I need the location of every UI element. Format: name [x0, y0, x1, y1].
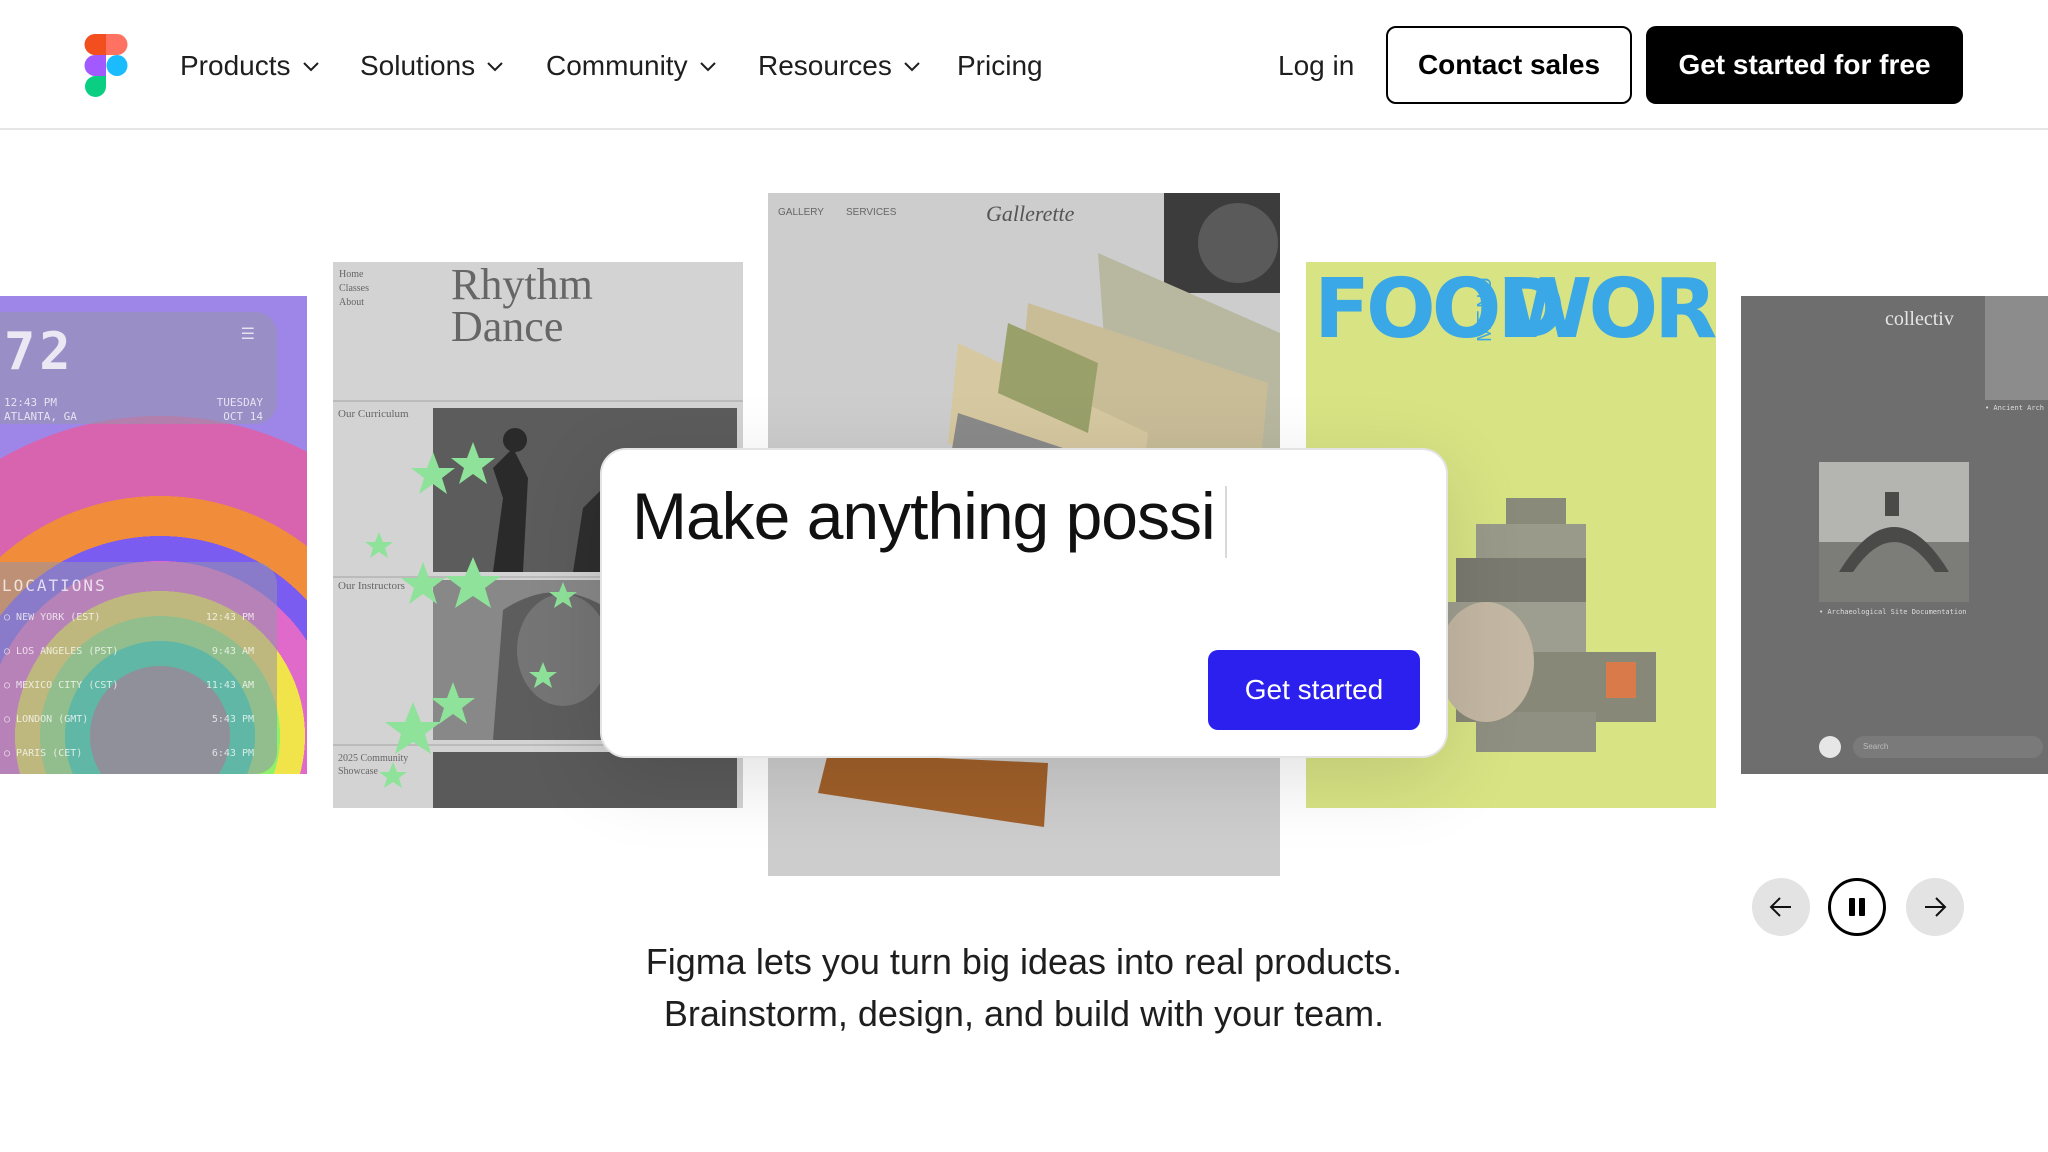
clock-day: TUESDAY — [216, 396, 263, 409]
text-caret — [1224, 485, 1227, 558]
location-row: ○ NEW YORK (EST) 12:43 PM — [4, 612, 254, 623]
prompt-input[interactable]: Make anything possi — [632, 476, 1227, 558]
location-time: 12:43 PM — [205, 612, 254, 623]
nav-community[interactable]: Community — [546, 46, 718, 86]
tagline-line: Figma lets you turn big ideas into real … — [645, 941, 1403, 982]
location-time: 11:43 AM — [205, 680, 254, 691]
nav-products-label: Products — [180, 50, 291, 81]
carousel-prev-button[interactable] — [1752, 878, 1810, 936]
location-time: 9:43 AM — [211, 646, 254, 657]
top-photo — [1985, 296, 2048, 400]
photo-caption: • Ancient Arch — [1985, 404, 2045, 412]
location-tz: (PST) — [88, 646, 119, 657]
chevron-down-icon — [904, 62, 920, 72]
nav-solutions[interactable]: Solutions — [360, 46, 505, 86]
menu-icon: ☰ — [240, 324, 255, 343]
carousel-card-clock-app: 72 12:43 PM ATLANTA, GA TUESDAY OCT 14 ☰… — [0, 296, 307, 774]
arch-photo — [1819, 462, 1969, 602]
nav-pricing[interactable]: Pricing — [957, 46, 1043, 86]
get-started-free-button[interactable]: Get started for free — [1646, 26, 1963, 104]
clock-time: 12:43 PM — [4, 396, 57, 409]
chevron-down-icon — [487, 62, 503, 72]
location-time: 6:43 PM — [211, 748, 254, 759]
search-field[interactable]: Search — [1853, 736, 2043, 758]
location-name: MEXICO CITY — [16, 680, 83, 691]
locations-title: LOCATIONS — [2, 576, 107, 595]
location-tz: (CST) — [88, 680, 119, 691]
arrow-right-icon — [1925, 897, 1947, 917]
clock-digits: 72 — [4, 322, 75, 382]
prompt-typed-text: Make anything possi — [632, 479, 1216, 553]
clock-date: OCT 14 — [223, 410, 263, 423]
location-tz: (CET) — [52, 748, 83, 759]
carousel-card-collectiv: collectiv • Ancient Arch • Archaeologica… — [1741, 296, 2048, 774]
get-started-button[interactable]: Get started — [1208, 650, 1420, 730]
location-name: LOS ANGELES — [16, 646, 83, 657]
location-tz: (GMT) — [58, 714, 89, 725]
location-name: LONDON — [16, 714, 53, 725]
carousel-next-button[interactable] — [1906, 878, 1964, 936]
location-row: ○ LONDON (GMT) 5:43 PM — [4, 714, 254, 725]
hero-tagline: Figma lets you turn big ideas into real … — [0, 936, 2048, 1040]
nav-solutions-label: Solutions — [360, 50, 476, 81]
site-brand: collectiv — [1885, 308, 1954, 330]
figma-logo-icon[interactable] — [84, 34, 128, 98]
locations-panel: LOCATIONS ○ NEW YORK (EST) 12:43 PM ○ LOS… — [0, 562, 277, 774]
chevron-down-icon — [302, 62, 319, 72]
nav-pricing-label: Pricing — [957, 50, 1043, 81]
prompt-input-box[interactable]: Make anything possi Get started — [600, 448, 1448, 758]
photo-caption: • Archaeological Site Documentation — [1819, 608, 1967, 616]
chevron-down-icon — [699, 62, 716, 72]
location-time: 5:43 PM — [211, 714, 254, 725]
nav-resources-label: Resources — [758, 50, 892, 81]
contact-sales-button[interactable]: Contact sales — [1386, 26, 1632, 104]
location-row: ○ LOS ANGELES (PST) 9:43 AM — [4, 646, 254, 657]
location-name: PARIS — [16, 748, 47, 759]
carousel-pause-button[interactable] — [1828, 878, 1886, 936]
location-tz: (EST) — [70, 612, 101, 623]
avatar[interactable] — [1819, 736, 1841, 758]
arrow-left-icon — [1769, 897, 1791, 917]
login-link[interactable]: Log in — [1278, 46, 1354, 86]
tagline-line: Brainstorm, design, and build with your … — [663, 993, 1385, 1034]
location-row: ○ PARIS (CET) 6:43 PM — [4, 748, 254, 759]
clock-city: ATLANTA, GA — [4, 410, 77, 423]
nav-community-label: Community — [546, 50, 688, 81]
pause-icon — [1849, 898, 1865, 916]
nav-products[interactable]: Products — [180, 46, 321, 86]
top-nav: Products Solutions Community Resources P… — [0, 0, 2048, 130]
nav-resources[interactable]: Resources — [758, 46, 922, 86]
location-name: NEW YORK — [16, 612, 65, 623]
clock-panel: 72 12:43 PM ATLANTA, GA TUESDAY OCT 14 ☰ — [0, 312, 277, 424]
location-row: ○ MEXICO CITY (CST) 11:43 AM — [4, 680, 254, 691]
